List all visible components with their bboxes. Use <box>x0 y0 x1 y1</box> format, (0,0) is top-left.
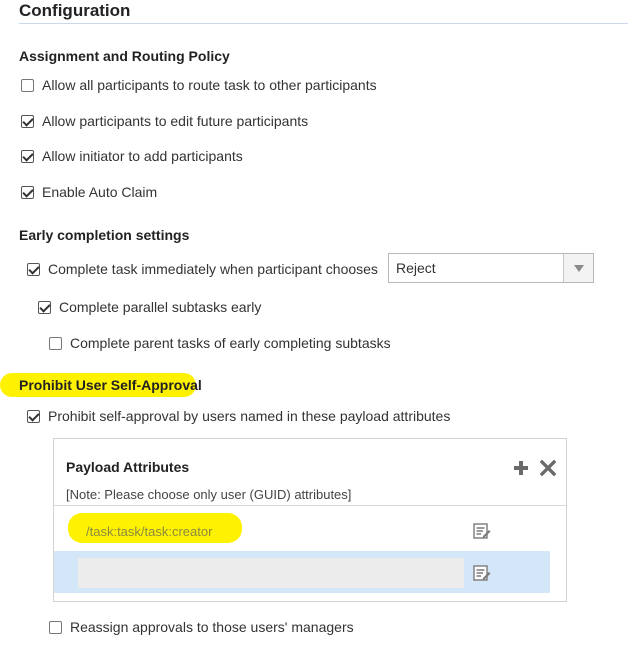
prohibit-section-title: Prohibit User Self-Approval <box>19 377 202 393</box>
auto-claim-label: Enable Auto Claim <box>42 184 158 200</box>
edit-future-checkbox[interactable] <box>21 114 34 128</box>
parent-tasks-checkbox[interactable] <box>49 336 62 350</box>
reassign-managers-checkbox[interactable] <box>49 620 62 634</box>
parent-tasks-option[interactable]: Complete parent tasks of early completin… <box>49 335 391 351</box>
page-title: Configuration <box>19 1 131 20</box>
edit-future-label: Allow participants to edit future partic… <box>42 113 309 129</box>
route-task-checkbox[interactable] <box>21 78 34 92</box>
edit-icon[interactable] <box>473 522 491 540</box>
complete-immediately-label: Complete task immediately when participa… <box>48 261 378 277</box>
prohibit-self-approval-label: Prohibit self-approval by users named in… <box>48 408 451 424</box>
close-icon[interactable] <box>540 460 556 476</box>
complete-immediately-checkbox[interactable] <box>27 262 40 276</box>
auto-claim-option[interactable]: Enable Auto Claim <box>21 184 157 200</box>
add-icon[interactable] <box>513 460 529 476</box>
route-task-label: Allow all participants to route task to … <box>42 77 377 93</box>
outcome-select-value: Reject <box>396 260 436 276</box>
payload-attribute-input[interactable] <box>78 516 464 546</box>
edit-icon[interactable] <box>473 564 491 582</box>
initiator-add-checkbox[interactable] <box>21 149 34 163</box>
auto-claim-checkbox[interactable] <box>21 185 34 199</box>
payload-attributes-panel: Payload Attributes [Note: Please choose … <box>53 438 567 602</box>
early-section-title: Early completion settings <box>19 227 190 243</box>
prohibit-self-approval-checkbox[interactable] <box>27 409 40 423</box>
panel-title: Payload Attributes <box>66 459 190 475</box>
initiator-add-label: Allow initiator to add participants <box>42 148 243 164</box>
parent-tasks-label: Complete parent tasks of early completin… <box>70 335 391 351</box>
reassign-managers-label: Reassign approvals to those users' manag… <box>70 619 354 635</box>
prohibit-self-approval-option[interactable]: Prohibit self-approval by users named in… <box>27 408 450 424</box>
complete-immediately-option[interactable]: Complete task immediately when participa… <box>27 261 378 277</box>
route-task-option[interactable]: Allow all participants to route task to … <box>21 77 377 93</box>
assignment-section-title: Assignment and Routing Policy <box>19 48 230 64</box>
table-row[interactable] <box>54 551 550 593</box>
outcome-select[interactable]: Reject <box>388 253 594 283</box>
table-row[interactable] <box>54 509 550 551</box>
parallel-subtasks-checkbox[interactable] <box>38 300 51 314</box>
outcome-select-toggle[interactable] <box>563 254 593 282</box>
payload-attribute-input[interactable] <box>78 558 464 588</box>
parallel-subtasks-label: Complete parallel subtasks early <box>59 299 262 315</box>
panel-note: [Note: Please choose only user (GUID) at… <box>66 487 352 502</box>
chevron-down-icon <box>573 264 584 272</box>
title-divider <box>19 23 628 24</box>
panel-divider <box>54 505 566 506</box>
parallel-subtasks-option[interactable]: Complete parallel subtasks early <box>38 299 261 315</box>
reassign-managers-option[interactable]: Reassign approvals to those users' manag… <box>49 619 354 635</box>
initiator-add-option[interactable]: Allow initiator to add participants <box>21 148 243 164</box>
edit-future-option[interactable]: Allow participants to edit future partic… <box>21 113 308 129</box>
